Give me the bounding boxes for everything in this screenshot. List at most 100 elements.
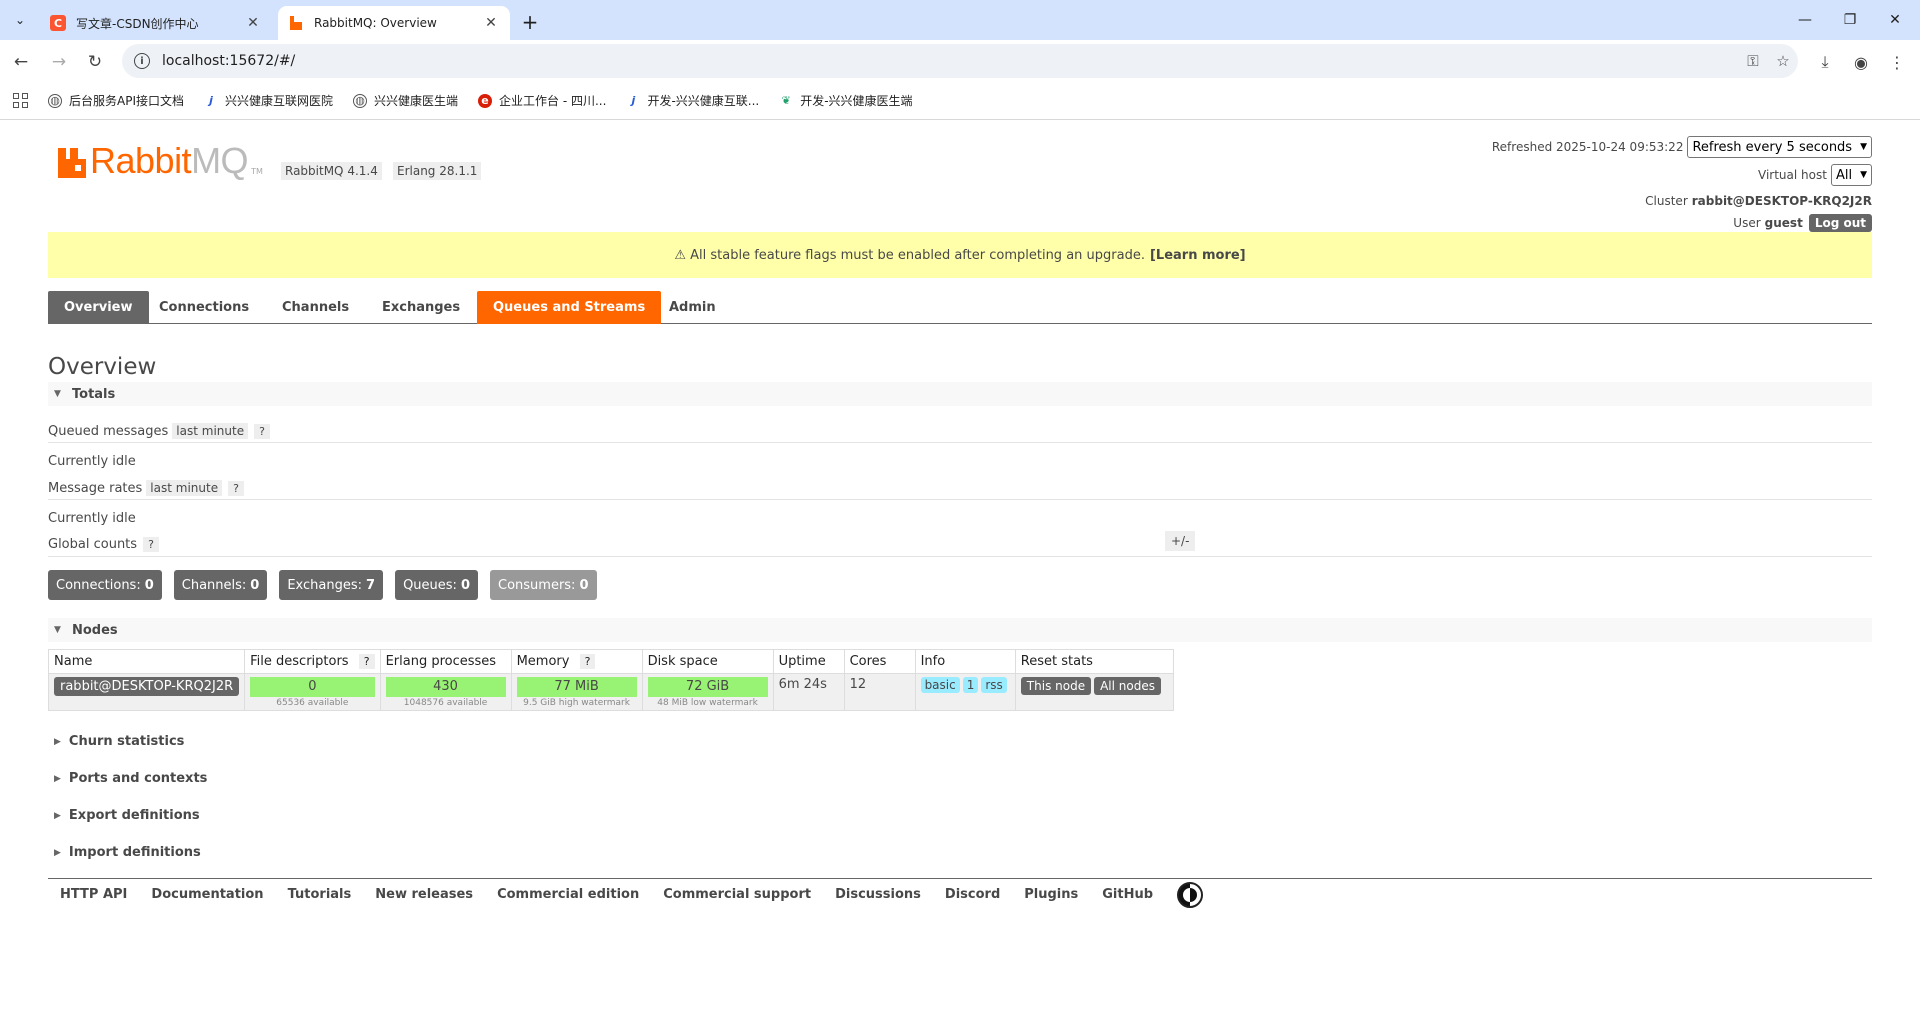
footer-link-commercial-edition[interactable]: Commercial edition	[497, 887, 639, 902]
new-tab-plus-icon[interactable]: +	[518, 10, 542, 34]
footer-link-discord[interactable]: Discord	[945, 887, 1000, 902]
reset-this-node-button[interactable]: This node	[1020, 677, 1092, 695]
tab-title: 写文章-CSDN创作中心	[76, 16, 199, 31]
bookmark-item[interactable]: j 开发-兴兴健康互联...	[626, 92, 760, 109]
reset-all-nodes-button[interactable]: All nodes	[1094, 677, 1161, 695]
apps-grid-icon[interactable]	[10, 91, 30, 111]
restore-icon[interactable]: ❐	[1835, 8, 1865, 32]
channels-count-badge[interactable]: Channels: 0	[173, 570, 268, 600]
node-name-link[interactable]: rabbit@DESKTOP-KRQ2J2R	[54, 677, 240, 696]
help-button[interactable]: ?	[358, 654, 375, 669]
footer-link-tutorials[interactable]: Tutorials	[288, 887, 352, 902]
info-count-chip[interactable]: 1	[962, 677, 979, 693]
footer-link-github[interactable]: GitHub	[1102, 887, 1153, 902]
nodes-table: Name File descriptors ? Erlang processes…	[47, 649, 1174, 711]
export-definitions-section[interactable]: ▶ Export definitions	[54, 808, 200, 823]
refresh-interval-select[interactable]: Refresh every 5 seconds ▼	[1687, 136, 1872, 158]
url-text[interactable]: localhost:15672/#/	[162, 53, 1738, 69]
profile-avatar-icon[interactable]: ◉	[1848, 49, 1874, 75]
close-icon[interactable]: ✕	[482, 14, 500, 32]
browser-tab-csdn[interactable]: C 写文章-CSDN创作中心 ✕	[40, 6, 272, 40]
address-bar[interactable]: i localhost:15672/#/ ⚿ ☆	[122, 44, 1798, 78]
minimize-icon[interactable]: —	[1790, 8, 1820, 32]
password-key-icon[interactable]: ⚿	[1738, 46, 1768, 76]
connections-count-badge[interactable]: Connections: 0	[48, 570, 162, 600]
rates-range-chip[interactable]: last minute	[146, 480, 223, 496]
bookmark-star-icon[interactable]: ☆	[1768, 46, 1798, 76]
tab-exchanges[interactable]: Exchanges	[366, 291, 476, 324]
column-header: Name	[47, 649, 246, 674]
rates-idle-text: Currently idle	[48, 511, 136, 526]
consumers-count-badge[interactable]: Consumers: 0	[490, 570, 597, 600]
logout-button[interactable]: Log out	[1808, 214, 1872, 232]
column-header: Info	[914, 649, 1016, 674]
footer-link-http-api[interactable]: HTTP API	[60, 887, 127, 902]
help-button[interactable]: ?	[579, 654, 596, 669]
footer-link-documentation[interactable]: Documentation	[151, 887, 263, 902]
memory-cell: 77 MiB 9.5 GiB high watermark	[510, 673, 643, 711]
erlang-processes-available: 1048576 available	[403, 698, 488, 708]
nodes-section-header[interactable]: ▼ Nodes	[48, 618, 1872, 642]
close-icon[interactable]: ✕	[244, 14, 262, 32]
user-name: guest	[1764, 216, 1803, 230]
forward-arrow-icon[interactable]: →	[46, 49, 72, 75]
refreshed-timestamp: Refreshed 2025-10-24 09:53:22	[1491, 140, 1684, 154]
section-title: Churn statistics	[68, 734, 185, 749]
footer-link-discussions[interactable]: Discussions	[835, 887, 921, 902]
window-close-icon[interactable]: ✕	[1880, 8, 1910, 32]
help-button[interactable]: ?	[228, 480, 244, 496]
footer-link-plugins[interactable]: Plugins	[1024, 887, 1078, 902]
table-row: rabbit@DESKTOP-KRQ2J2R 0 65536 available …	[47, 673, 1174, 711]
tab-overview[interactable]: Overview	[48, 291, 149, 324]
triangle-right-icon: ▶	[54, 847, 61, 858]
bookmark-item[interactable]: j 兴兴健康互联网医院	[204, 92, 333, 109]
rabbitmq-page: Rabbit MQ TM RabbitMQ 4.1.4 Erlang 28.1.…	[0, 120, 1920, 1032]
bookmark-label: 企业工作台 - 四川...	[499, 94, 607, 108]
queues-count-badge[interactable]: Queues: 0	[395, 570, 478, 600]
tab-queues-and-streams[interactable]: Queues and Streams	[477, 291, 662, 324]
chevron-down-icon: ▼	[1860, 142, 1867, 152]
kebab-menu-icon[interactable]: ⋮	[1884, 49, 1910, 75]
column-header: File descriptors ?	[244, 649, 381, 674]
triangle-down-icon: ▼	[54, 389, 61, 399]
help-button[interactable]: ?	[143, 537, 159, 552]
exchanges-count-badge[interactable]: Exchanges: 7	[279, 570, 384, 600]
bookmark-item[interactable]: ❦ 开发-兴兴健康医生端	[779, 92, 913, 109]
triangle-right-icon: ▶	[54, 736, 61, 747]
count-value: 0	[144, 577, 154, 593]
globe-icon: ◍	[48, 93, 62, 108]
refresh-select-value: Refresh every 5 seconds	[1692, 139, 1853, 155]
column-header-label: File descriptors	[250, 654, 349, 669]
tab-channels[interactable]: Channels	[266, 291, 365, 324]
rabbitmq-logo[interactable]: Rabbit MQ TM	[58, 143, 263, 179]
user-label: User	[1733, 216, 1761, 230]
footer-link-commercial-support[interactable]: Commercial support	[663, 887, 811, 902]
footer-link-new-releases[interactable]: New releases	[375, 887, 473, 902]
theme-contrast-icon[interactable]	[1177, 881, 1204, 908]
disk-space-cell: 72 GiB 48 MiB low watermark	[641, 673, 774, 711]
import-definitions-section[interactable]: ▶ Import definitions	[54, 845, 201, 860]
section-title: Import definitions	[68, 845, 201, 860]
help-button[interactable]: ?	[254, 423, 270, 439]
browser-tab-rabbitmq[interactable]: RabbitMQ: Overview ✕	[278, 6, 510, 40]
virtual-host-select[interactable]: All ▼	[1830, 164, 1872, 186]
tab-admin[interactable]: Admin	[653, 291, 732, 324]
queued-range-chip[interactable]: last minute	[172, 423, 249, 439]
totals-section-header[interactable]: ▼ Totals	[48, 382, 1872, 406]
ports-and-contexts-section[interactable]: ▶ Ports and contexts	[54, 771, 207, 786]
info-basic-chip[interactable]: basic	[920, 677, 960, 693]
tab-search-chevron-icon[interactable]: ⌄	[8, 8, 32, 32]
back-arrow-icon[interactable]: ←	[8, 49, 34, 75]
column-toggle-button[interactable]: +/-	[1165, 531, 1196, 551]
bookmark-item[interactable]: ◍ 兴兴健康医生端	[353, 92, 458, 109]
bookmark-item[interactable]: ◍ 后台服务API接口文档	[48, 92, 184, 109]
bookmark-label: 后台服务API接口文档	[69, 94, 184, 108]
download-icon[interactable]: ⤓	[1812, 49, 1838, 75]
learn-more-link[interactable]: [Learn more]	[1150, 248, 1246, 263]
reload-icon[interactable]: ↻	[82, 49, 108, 75]
bookmark-item[interactable]: e 企业工作台 - 四川...	[478, 92, 606, 109]
site-info-icon[interactable]: i	[134, 53, 150, 69]
info-rss-chip[interactable]: rss	[981, 677, 1007, 693]
tab-connections[interactable]: Connections	[143, 291, 265, 324]
churn-statistics-section[interactable]: ▶ Churn statistics	[54, 734, 184, 749]
